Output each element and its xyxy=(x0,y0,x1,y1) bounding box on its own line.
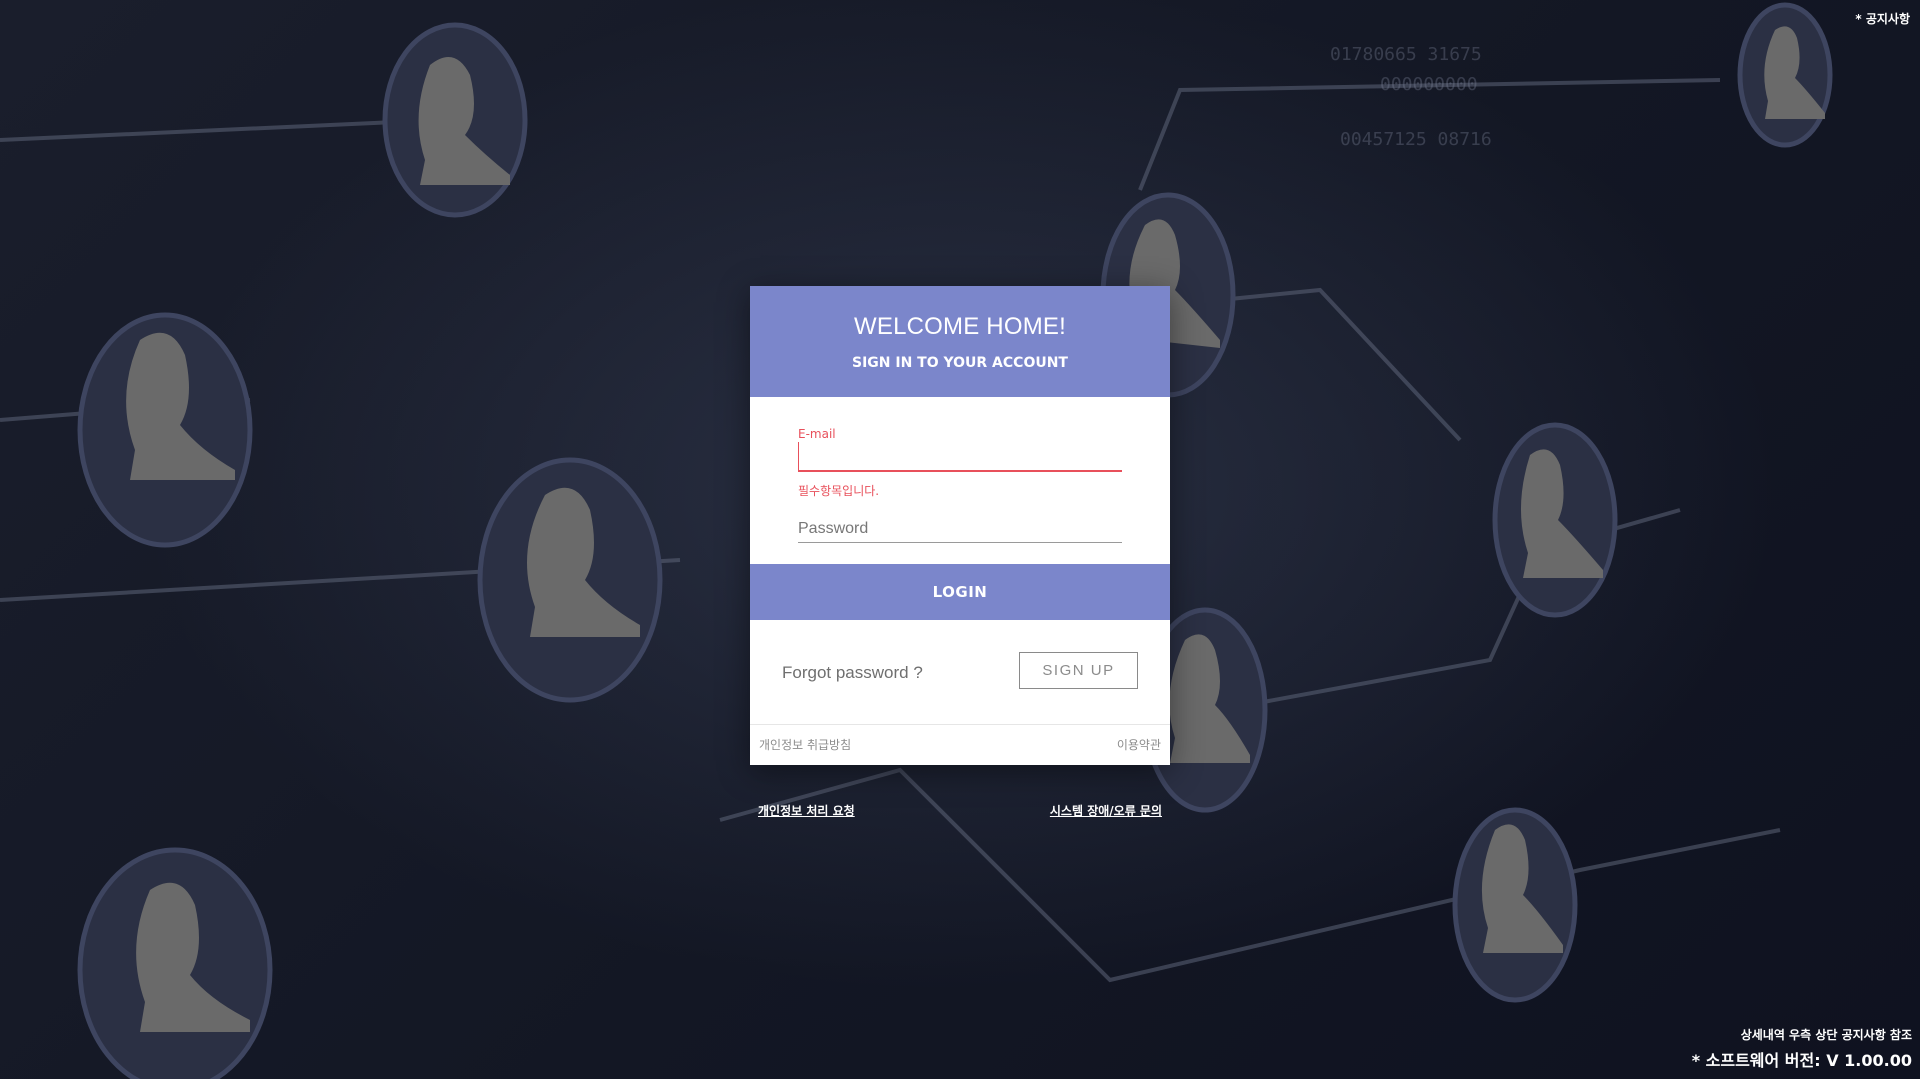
privacy-request-link[interactable]: 개인정보 처리 요청 xyxy=(758,802,855,819)
svg-text:00457125 08716: 00457125 08716 xyxy=(1340,129,1492,150)
software-version: * 소프트웨어 버전: V 1.00.00 xyxy=(1691,1051,1912,1070)
card-subtitle: SIGN IN TO YOUR ACCOUNT xyxy=(852,355,1068,371)
terms-link[interactable]: 이용약관 xyxy=(1117,736,1161,753)
password-input[interactable] xyxy=(798,518,1122,543)
card-footer: 개인정보 취급방침 이용약관 xyxy=(750,725,1170,765)
login-card: WELCOME HOME! SIGN IN TO YOUR ACCOUNT E-… xyxy=(750,286,1170,765)
card-title: WELCOME HOME! xyxy=(854,313,1066,340)
card-header: WELCOME HOME! SIGN IN TO YOUR ACCOUNT xyxy=(750,286,1170,397)
svg-text:000000000: 000000000 xyxy=(1380,74,1478,95)
notice-link[interactable]: * 공지사항 xyxy=(1855,10,1910,27)
bottom-info: 상세내역 우측 상단 공지사항 참조 * 소프트웨어 버전: V 1.00.00 xyxy=(1692,1026,1912,1071)
signup-button[interactable]: SIGN UP xyxy=(1019,652,1138,689)
email-error-message: 필수항목입니다. xyxy=(798,484,880,498)
email-label: E-mail xyxy=(798,427,836,441)
below-card-links: 개인정보 처리 요청 시스템 장애/오류 문의 xyxy=(758,802,1162,818)
login-button[interactable]: LOGIN xyxy=(750,564,1170,620)
system-inquiry-link[interactable]: 시스템 장애/오류 문의 xyxy=(1050,802,1162,819)
login-form: E-mail 필수항목입니다. xyxy=(750,397,1170,564)
forgot-password-link[interactable]: Forgot password ? xyxy=(782,663,923,683)
privacy-policy-link[interactable]: 개인정보 취급방침 xyxy=(759,736,851,753)
svg-text:01780665 31675: 01780665 31675 xyxy=(1330,44,1482,65)
action-row: Forgot password ? SIGN UP xyxy=(750,620,1170,725)
notice-reference-note: 상세내역 우측 상단 공지사항 참조 xyxy=(1740,1028,1912,1042)
email-input[interactable] xyxy=(798,442,1122,472)
